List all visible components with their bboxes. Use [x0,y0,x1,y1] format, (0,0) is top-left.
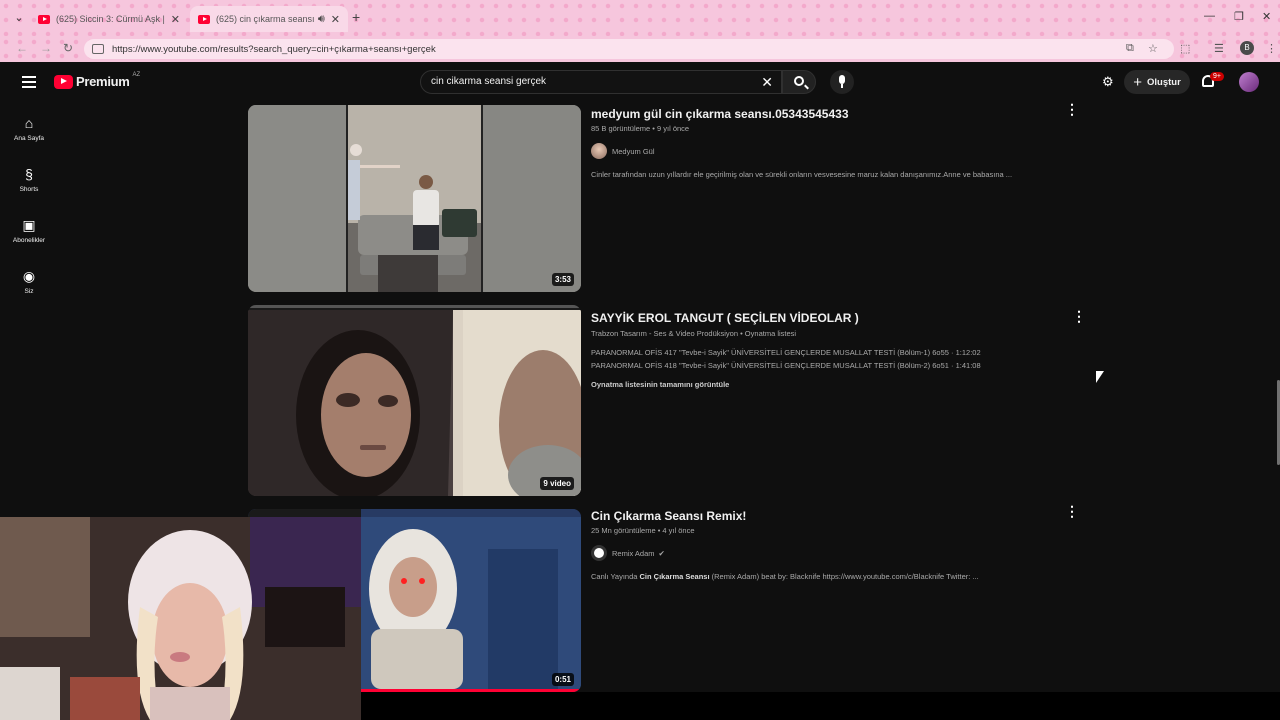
search-icon [794,76,804,86]
clear-search-icon[interactable]: ✕ [761,74,773,91]
sidebar-item-you[interactable]: ◉ Siz [0,255,58,306]
tab-title: (625) Siccin 3: Cürmü Aşk | Full [56,14,165,24]
browser-tab-2[interactable]: (625) cin çıkarma seansı gerçek 🔊︎ ✕ [190,6,348,32]
menu-icon[interactable] [22,76,36,88]
reload-icon[interactable]: ↻ [63,41,73,55]
home-icon: ⌂ [24,115,34,131]
browser-toolbar: ← → ↻ https://www.youtube.com/results?se… [0,36,1280,62]
profile-avatar[interactable]: B [1240,41,1254,55]
cast-icon[interactable]: ⚙︎ [1102,74,1114,90]
youtube-logo[interactable]: Premium AZ [54,71,141,89]
voice-search-button[interactable] [830,70,854,94]
channel-link[interactable]: Remix Adam ✔︎ [591,545,665,561]
youtube-favicon-icon [198,14,210,24]
search-button[interactable] [782,70,816,94]
playlist-meta[interactable]: Trabzon Tasarım - Ses & Video Prodüksiyo… [591,329,796,338]
site-info-icon[interactable] [92,44,104,54]
address-bar[interactable]: https://www.youtube.com/results?search_q… [84,39,1174,59]
sidebar-item-home[interactable]: ⌂ Ana Sayfa [0,102,58,153]
window-close-icon[interactable]: ✕ [1262,10,1271,23]
browser-tab-bar: ⌄ (625) Siccin 3: Cürmü Aşk | Full ✕ (62… [0,0,1280,36]
playlist-video-count: 9 video [540,477,574,490]
more-actions-icon[interactable]: ⋮ [1072,309,1086,323]
create-button[interactable]: + Oluştur [1124,70,1190,94]
reading-list-icon[interactable]: ☰ [1214,42,1224,55]
speaker-icon[interactable]: 🔊︎ [318,13,325,26]
country-code: AZ [132,71,141,78]
thumbnail-image [248,105,581,292]
video-meta: 85 B görüntüleme • 9 yıl önce [591,124,690,133]
shorts-icon: § [25,166,33,182]
sidebar-item-label: Ana Sayfa [14,135,44,142]
channel-link[interactable]: Medyum Gül [591,143,655,159]
bookmark-star-icon[interactable]: ☆ [1148,42,1158,55]
verified-icon: ✔︎ [658,548,665,558]
more-actions-icon[interactable]: ⋮ [1065,504,1079,518]
channel-name: Medyum Gül [612,146,655,156]
sidebar-item-label: Shorts [19,186,39,193]
video-meta: 25 Mn görüntüleme • 4 yıl önce [591,526,695,535]
channel-name: Remix Adam [612,548,655,558]
browser-tab-1[interactable]: (625) Siccin 3: Cürmü Aşk | Full ✕ [30,6,188,32]
back-icon[interactable]: ← [16,41,28,55]
new-tab-button[interactable]: + [352,9,360,25]
view-full-playlist-link[interactable]: Oynatma listesinin tamamını görüntüle [591,380,729,389]
playlist-title[interactable]: SAYYİK EROL TANGUT ( SEÇİLEN VİDEOLAR ) [591,311,859,325]
install-app-icon[interactable]: ⧉ [1126,42,1134,55]
video-duration: 3:53 [551,273,574,286]
mouse-cursor-icon [1096,371,1104,383]
plus-icon: + [1133,73,1142,91]
sidebar-item-label: Siz [24,288,34,295]
logo-text: Premium [76,74,130,89]
tab-title: (625) cin çıkarma seansı gerçek [216,14,316,24]
tab-close-icon[interactable]: ✕ [171,13,180,26]
mini-sidebar: ⌂ Ana Sayfa § Shorts ▣ Abonelikler ◉ Siz [0,102,58,306]
webcam-overlay [0,517,361,720]
url-text: https://www.youtube.com/results?search_q… [112,43,436,55]
playlist-item[interactable]: PARANORMAL OFİS 418 "Tevbe-i Sayik" ÜNİV… [591,361,981,370]
webcam-image [0,517,361,720]
account-avatar[interactable] [1239,72,1259,92]
channel-avatar [591,545,607,561]
youtube-favicon-icon [38,14,50,24]
playlist-item[interactable]: PARANORMAL OFİS 417 "Tevbe-i Sayik" ÜNİV… [591,348,981,357]
playlist-thumbnail[interactable]: 9 video [248,305,581,496]
youtube-header: Premium AZ cin cikarma seansi gerçek ✕ ⚙… [0,62,1280,102]
forward-icon[interactable]: → [40,41,52,55]
thumbnail-image [248,305,581,496]
description-text: (Remix Adam) beat by: Blacknife https://… [709,572,979,581]
tab-close-icon[interactable]: ✕ [331,13,340,26]
create-label: Oluştur [1146,76,1181,88]
notification-badge: 9+ [1210,72,1224,81]
sidebar-item-label: Abonelikler [12,237,46,244]
video-title[interactable]: Cin Çıkarma Seansı Remix! [591,509,746,523]
more-actions-icon[interactable]: ⋮ [1065,102,1079,116]
you-icon: ◉ [22,268,36,284]
video-description: Cinler tarafından uzun yıllardır ele geç… [591,170,1013,179]
tab-search-chevron-icon[interactable]: ⌄ [10,9,28,27]
browser-menu-icon[interactable]: ⋮ [1266,42,1277,55]
subscriptions-icon: ▣ [22,217,36,233]
video-duration: 0:51 [551,673,574,686]
description-text: Canlı Yayında [591,572,640,581]
description-highlight: Cin Çıkarma Seansı [639,572,710,581]
video-description: Canlı Yayında Cin Çıkarma Seansı (Remix … [591,572,979,581]
search-query: cin cikarma seansi gerçek [431,76,547,87]
channel-avatar [591,143,607,159]
video-title[interactable]: medyum gül cin çıkarma seansı.0534354543… [591,107,849,121]
youtube-play-icon [54,74,73,89]
minimize-icon[interactable]: — [1204,10,1215,22]
search-input[interactable]: cin cikarma seansi gerçek ✕ [420,70,782,94]
sidebar-item-shorts[interactable]: § Shorts [0,153,58,204]
extensions-icon[interactable]: ⬚ [1180,42,1190,55]
video-thumbnail[interactable]: 3:53 [248,105,581,292]
restore-icon[interactable]: ❐ [1234,10,1244,23]
sidebar-item-subscriptions[interactable]: ▣ Abonelikler [0,204,58,255]
